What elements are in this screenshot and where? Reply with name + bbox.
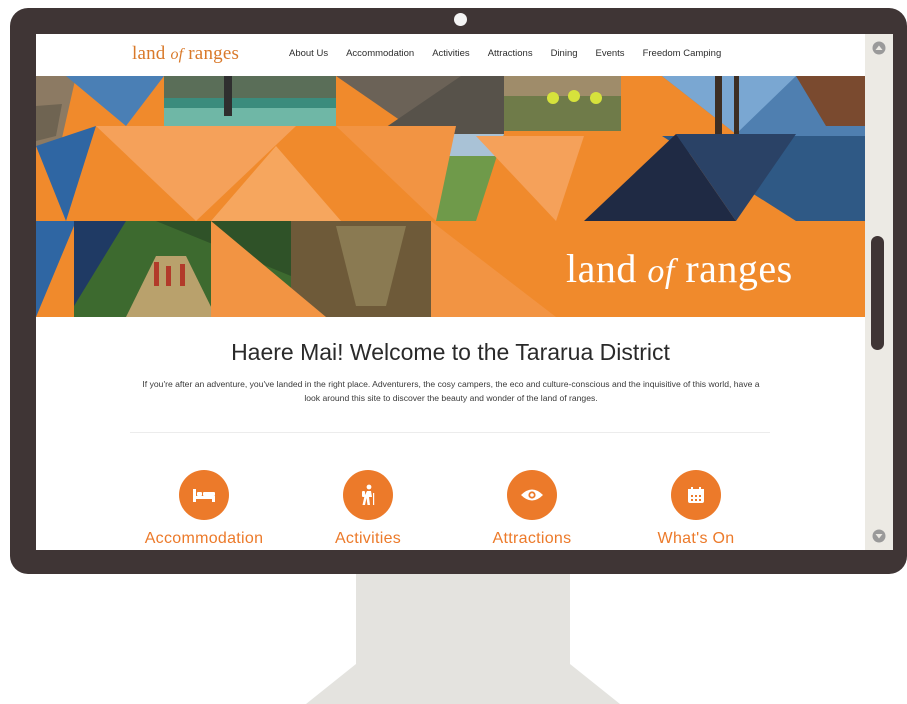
vertical-scrollbar[interactable] [865, 34, 893, 550]
hero-title-land: land [566, 246, 648, 291]
site-logo[interactable]: land of ranges [132, 43, 239, 65]
welcome-heading: Haere Mai! Welcome to the Tararua Distri… [231, 339, 670, 365]
logo-text-land: land [132, 43, 171, 64]
site-header: land of ranges About Us Accommodation Ac… [36, 34, 865, 76]
main-menu: About Us Accommodation Activities Attrac… [289, 48, 739, 59]
bed-icon[interactable] [179, 470, 229, 520]
feature-label-activities[interactable]: Activities [288, 530, 448, 548]
feature-attractions[interactable]: Attractions [452, 470, 612, 548]
scroll-up-arrow-icon[interactable] [868, 38, 890, 58]
logo-text-of: of [170, 46, 184, 63]
hiker-icon[interactable] [343, 470, 393, 520]
nav-freedom-camping[interactable]: Freedom Camping [643, 48, 722, 59]
webcam-icon [454, 13, 467, 26]
nav-about-us[interactable]: About Us [289, 48, 328, 59]
nav-accommodation[interactable]: Accommodation [346, 48, 414, 59]
browser-viewport: land of ranges About Us Accommodation Ac… [36, 34, 865, 550]
feature-whats-on[interactable]: What's On [616, 470, 776, 548]
scroll-thumb[interactable] [871, 236, 884, 350]
calendar-icon[interactable] [671, 470, 721, 520]
logo-text-ranges: ranges [183, 43, 240, 64]
scroll-down-arrow-icon[interactable] [868, 526, 890, 546]
feature-activities[interactable]: Activities [288, 470, 448, 548]
nav-events[interactable]: Events [596, 48, 625, 59]
nav-dining[interactable]: Dining [551, 48, 578, 59]
hero-title: land of ranges [566, 245, 793, 292]
eye-icon[interactable] [507, 470, 557, 520]
section-divider [130, 432, 770, 433]
welcome-paragraph: If you're after an adventure, you've lan… [142, 379, 760, 403]
feature-label-accommodation[interactable]: Accommodation [124, 530, 284, 548]
nav-attractions[interactable]: Attractions [488, 48, 533, 59]
hero-title-of: of [647, 253, 675, 290]
hero-banner: land of ranges [36, 76, 865, 317]
feature-label-whats-on[interactable]: What's On [616, 530, 776, 548]
feature-label-attractions[interactable]: Attractions [452, 530, 612, 548]
feature-accommodation[interactable]: Accommodation [124, 470, 284, 548]
hero-title-ranges: ranges [674, 246, 793, 291]
nav-activities[interactable]: Activities [432, 48, 469, 59]
